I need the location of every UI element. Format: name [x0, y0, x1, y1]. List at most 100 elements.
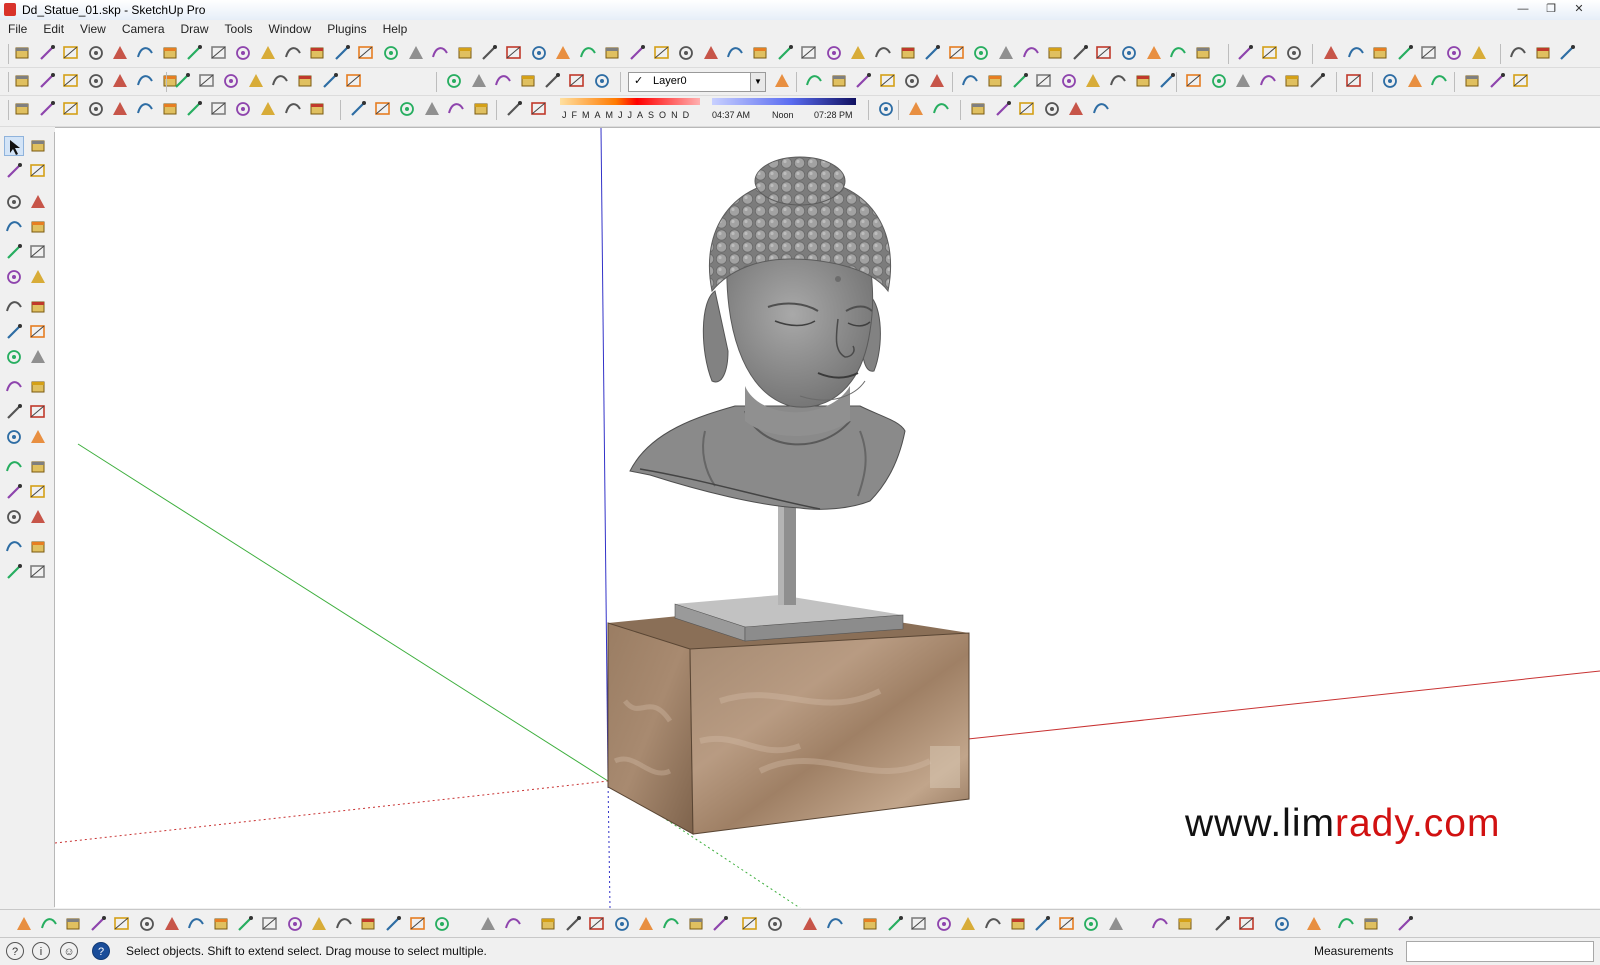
bottom-tool-icon[interactable] [260, 914, 280, 934]
drawing-tool-icon[interactable] [28, 402, 48, 422]
row2-tool-icon[interactable] [135, 71, 155, 91]
row2-tool-icon[interactable] [902, 71, 922, 91]
bottom-tool-icon[interactable] [285, 914, 305, 934]
bottom-tool-icon[interactable] [686, 914, 706, 934]
drawing-tool-icon[interactable] [28, 192, 48, 212]
drawing-tool-icon[interactable] [4, 377, 24, 397]
bottom-tool-icon[interactable] [710, 914, 730, 934]
row3-tool-icon[interactable] [258, 99, 278, 119]
row2-tool-icon[interactable] [927, 71, 947, 91]
bottom-tool-icon[interactable] [1008, 914, 1028, 934]
close-button[interactable]: ✕ [1566, 1, 1592, 18]
row1-tool-icon[interactable] [283, 43, 303, 63]
bottom-tool-icon[interactable] [88, 914, 108, 934]
row2-tool-icon[interactable] [61, 71, 81, 91]
row1-tool-icon[interactable] [86, 43, 106, 63]
bottom-tool-icon[interactable] [112, 914, 132, 934]
bottom-tool-icon[interactable] [909, 914, 929, 934]
menu-camera[interactable]: Camera [114, 20, 173, 39]
row1-tool-icon[interactable] [1168, 43, 1188, 63]
bottom-tool-icon[interactable] [636, 914, 656, 934]
row1-tool-icon[interactable] [1119, 43, 1139, 63]
row2-tool-icon[interactable] [221, 71, 241, 91]
row1-tool-icon[interactable] [971, 43, 991, 63]
bottom-tool-icon[interactable] [825, 914, 845, 934]
shadow-time-slider[interactable]: 04:37 AM Noon 07:28 PM [712, 98, 856, 123]
row2-tool-icon[interactable] [320, 71, 340, 91]
row2-tool-icon[interactable] [829, 71, 849, 91]
shadow-date-slider[interactable]: J F M A M J J A S O N D [560, 98, 700, 123]
row2-tool-icon[interactable] [1133, 71, 1153, 91]
row1-tool-icon[interactable] [1469, 43, 1489, 63]
row1-tool-icon[interactable] [307, 43, 327, 63]
row3-tool-icon[interactable] [931, 99, 951, 119]
bottom-tool-icon[interactable] [958, 914, 978, 934]
row3-tool-icon[interactable] [184, 99, 204, 119]
credits-info-icon[interactable]: i [32, 942, 50, 960]
row2-tool-icon[interactable] [1380, 71, 1400, 91]
minimize-button[interactable]: — [1510, 1, 1536, 18]
row1-tool-icon[interactable] [1094, 43, 1114, 63]
row3-tool-icon[interactable] [1066, 99, 1086, 119]
bottom-tool-icon[interactable] [612, 914, 632, 934]
row1-tool-icon[interactable] [1045, 43, 1065, 63]
drawing-tool-icon[interactable] [28, 267, 48, 287]
row1-tool-icon[interactable] [701, 43, 721, 63]
row1-tool-icon[interactable] [1321, 43, 1341, 63]
drawing-tool-icon[interactable] [4, 192, 24, 212]
row3-tool-icon[interactable] [233, 99, 253, 119]
row3-tool-icon[interactable] [110, 99, 130, 119]
row1-tool-icon[interactable] [135, 43, 155, 63]
row2-tool-icon[interactable] [270, 71, 290, 91]
row2-tool-icon[interactable] [246, 71, 266, 91]
restore-button[interactable]: ❐ [1538, 1, 1564, 18]
geo-location-icon[interactable]: ? [6, 942, 24, 960]
bottom-tool-icon[interactable] [563, 914, 583, 934]
row2-tool-icon[interactable] [1487, 71, 1507, 91]
row1-tool-icon[interactable] [1235, 43, 1255, 63]
bottom-tool-icon[interactable] [934, 914, 954, 934]
drawing-tool-icon[interactable] [28, 161, 48, 181]
help-icon[interactable]: ? [92, 942, 110, 960]
row3-tool-icon[interactable] [471, 99, 491, 119]
bottom-tool-icon[interactable] [661, 914, 681, 934]
drawing-tool-icon[interactable] [4, 347, 24, 367]
row3-tool-icon[interactable] [160, 99, 180, 119]
bottom-tool-icon[interactable] [885, 914, 905, 934]
bottom-tool-icon[interactable] [1272, 914, 1292, 934]
row2-tool-icon[interactable] [493, 71, 513, 91]
row3-tool-icon[interactable] [373, 99, 393, 119]
bottom-tool-icon[interactable] [1237, 914, 1257, 934]
select-tool-icon[interactable] [4, 136, 24, 156]
row1-tool-icon[interactable] [627, 43, 647, 63]
drawing-tool-icon[interactable] [28, 537, 48, 557]
bottom-tool-icon[interactable] [39, 914, 59, 934]
row1-tool-icon[interactable] [233, 43, 253, 63]
drawing-tool-icon[interactable] [4, 427, 24, 447]
bottom-tool-icon[interactable] [860, 914, 880, 934]
row1-tool-icon[interactable] [258, 43, 278, 63]
drawing-tool-icon[interactable] [28, 242, 48, 262]
row3-tool-icon[interactable] [993, 99, 1013, 119]
row1-tool-icon[interactable] [430, 43, 450, 63]
bottom-tool-icon[interactable] [137, 914, 157, 934]
drawing-tool-icon[interactable] [28, 562, 48, 582]
drawing-viewport[interactable]: www.limrady.com [55, 127, 1600, 908]
row2-tool-icon[interactable] [772, 71, 792, 91]
row1-tool-icon[interactable] [1557, 43, 1577, 63]
row1-tool-icon[interactable] [1508, 43, 1528, 63]
bottom-tool-icon[interactable] [186, 914, 206, 934]
row3-tool-icon[interactable] [1091, 99, 1111, 119]
row1-tool-icon[interactable] [406, 43, 426, 63]
drawing-tool-icon[interactable] [4, 562, 24, 582]
row2-tool-icon[interactable] [1344, 71, 1364, 91]
row1-tool-icon[interactable] [553, 43, 573, 63]
row1-tool-icon[interactable] [578, 43, 598, 63]
bottom-tool-icon[interactable] [538, 914, 558, 934]
row3-tool-icon[interactable] [968, 99, 988, 119]
drawing-tool-icon[interactable] [4, 322, 24, 342]
row2-tool-icon[interactable] [1429, 71, 1449, 91]
row2-tool-icon[interactable] [1462, 71, 1482, 91]
shadow-time-bar[interactable] [712, 98, 856, 105]
menu-draw[interactable]: Draw [173, 20, 217, 39]
